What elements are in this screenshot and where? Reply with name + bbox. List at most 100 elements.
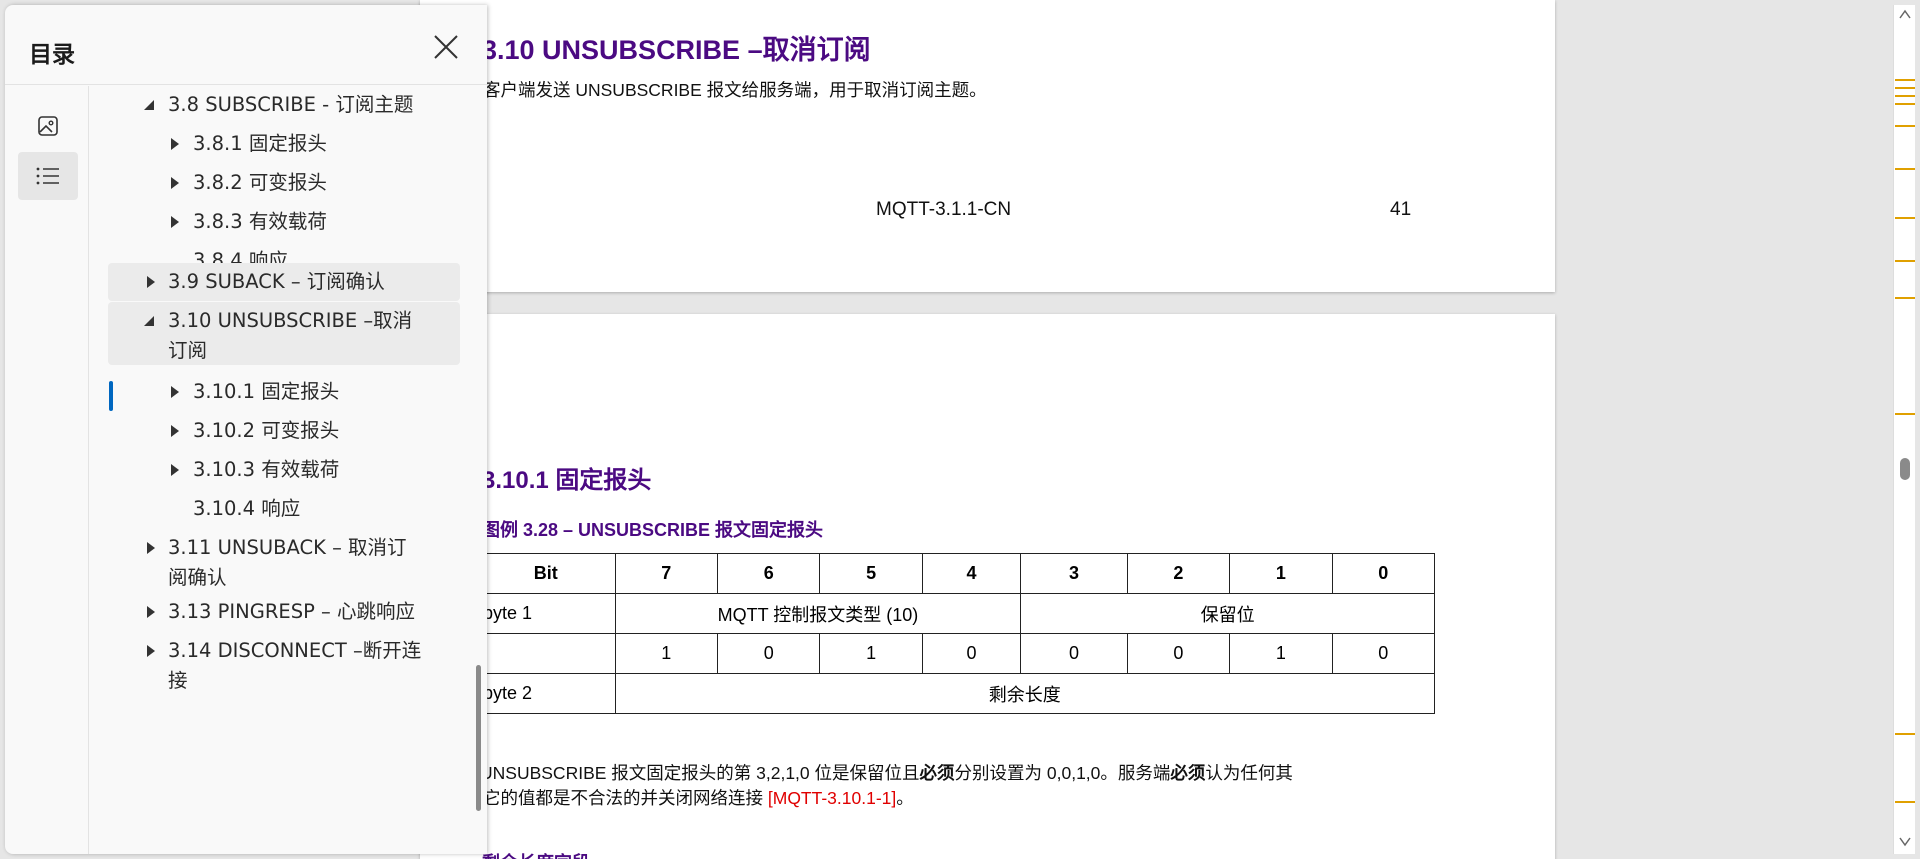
triangle-right-icon[interactable] [168, 207, 182, 237]
scroll-marker [1895, 95, 1915, 97]
toc-item-label: 3.8.2 可变报头 [193, 171, 327, 194]
panel-header: 目录 [5, 5, 487, 85]
pdf-page-42: 3.10.1 固定报头 图例 3.28 – UNSUBSCRIBE 报文固定报头… [420, 314, 1555, 859]
paragraph-line-1: UNSUBSCRIBE 报文固定报头的第 3,2,1,0 位是保留位且必须分别设… [480, 760, 1293, 785]
toc-item-3-8-3[interactable]: 3.8.3 有效载荷 [108, 207, 460, 245]
panel-title: 目录 [29, 42, 75, 68]
scroll-up-arrow-icon[interactable] [1899, 9, 1911, 19]
outline-button[interactable] [18, 152, 78, 200]
table-header-row: Bit 7 6 5 4 3 2 1 0 [476, 553, 1436, 594]
close-button[interactable] [430, 31, 462, 63]
toc-item-3-13[interactable]: 3.13 PINGRESP – 心跳响应 [108, 593, 460, 631]
scroll-marker [1895, 801, 1915, 803]
triangle-right-icon[interactable] [168, 129, 182, 159]
triangle-right-icon[interactable] [168, 168, 182, 198]
image-icon [38, 116, 58, 136]
toc-item-3-8-2[interactable]: 3.8.2 可变报头 [108, 168, 460, 206]
toc-item-3-11[interactable]: 3.11 UNSUBACK – 取消订阅确认 [108, 529, 460, 589]
thumbnails-button[interactable] [18, 102, 78, 150]
toc-item-3-8[interactable]: 3.8 SUBSCRIBE - 订阅主题 [108, 90, 460, 128]
table-cell: MQTT 控制报文类型 (10) [614, 593, 1022, 634]
section-intro: 客户端发送 UNSUBSCRIBE 报文给服务端，用于取消订阅主题。 [483, 80, 987, 100]
page-number: 41 [1390, 199, 1412, 220]
triangle-down-icon[interactable] [142, 306, 156, 336]
scroll-marker [1895, 413, 1915, 415]
toc-item-label: 3.10.3 有效载荷 [193, 458, 340, 481]
table-header-cell: Bit [476, 553, 616, 594]
scroll-down-arrow-icon[interactable] [1899, 837, 1911, 847]
scrollbar-thumb[interactable] [1900, 458, 1910, 480]
table-cell [476, 633, 616, 674]
triangle-right-icon[interactable] [144, 636, 158, 666]
table-header-cell: 0 [1331, 553, 1436, 594]
section-heading: 3.10 UNSUBSCRIBE –取消订阅 [482, 35, 871, 65]
scroll-marker [1895, 125, 1915, 127]
toc-item-3-10-4[interactable]: 3.10.4 响应 [108, 490, 460, 528]
document-scrollbar[interactable] [1893, 5, 1915, 854]
table-cell: 1 [614, 633, 719, 674]
toc-item-3-10-1[interactable]: 3.10.1 固定报头 [108, 373, 460, 411]
table-header-cell: 7 [614, 553, 719, 594]
toc-item-label: 3.10.4 响应 [193, 497, 301, 520]
triangle-right-icon[interactable] [168, 416, 182, 446]
scroll-marker [1895, 87, 1915, 89]
emphasis-text: 必须 [919, 763, 955, 783]
scroll-marker [1895, 103, 1915, 105]
toc-item-label: 3.11 UNSUBACK – 取消订阅确认 [168, 536, 407, 589]
table-row: 1 0 1 0 0 0 1 0 [476, 633, 1436, 674]
selection-indicator [109, 381, 113, 411]
page-footer-title: MQTT-3.1.1-CN [876, 199, 1012, 220]
toc-scrollbar-thumb[interactable] [476, 665, 481, 811]
table-header-cell: 1 [1229, 553, 1333, 594]
toc-item-label: 3.10 UNSUBSCRIBE –取消订阅 [168, 309, 413, 362]
table-cell: 剩余长度 [614, 673, 1436, 714]
table-cell: 1 [819, 633, 923, 674]
triangle-right-icon[interactable] [168, 377, 182, 407]
scroll-marker [1895, 297, 1915, 299]
scroll-marker [1895, 168, 1915, 170]
conformance-reference: [MQTT-3.10.1-1] [767, 788, 897, 808]
table-cell: 0 [921, 633, 1022, 674]
figure-caption: 图例 3.28 – UNSUBSCRIBE 报文固定报头 [482, 520, 824, 540]
triangle-down-icon[interactable] [142, 90, 156, 120]
toc-item-3-14[interactable]: 3.14 DISCONNECT –断开连接 [108, 632, 460, 692]
toc-list[interactable]: 3.8 SUBSCRIBE - 订阅主题 3.8.1 固定报头 3.8.2 可变… [90, 86, 487, 854]
next-heading-partial: 剩余长度字段 [482, 849, 590, 859]
toc-item-label: 3.13 PINGRESP – 心跳响应 [168, 600, 415, 623]
toc-item-3-8-1[interactable]: 3.8.1 固定报头 [108, 129, 460, 167]
toc-item-label: 3.10.2 可变报头 [193, 419, 340, 442]
panel-rail [5, 86, 89, 854]
table-cell: byte 2 [476, 673, 616, 714]
triangle-right-icon[interactable] [144, 597, 158, 627]
scroll-marker [1895, 260, 1915, 262]
triangle-right-icon[interactable] [168, 455, 182, 485]
toc-item-3-10[interactable]: 3.10 UNSUBSCRIBE –取消订阅 [108, 302, 460, 365]
table-row: byte 1 MQTT 控制报文类型 (10) 保留位 [476, 593, 1435, 634]
toc-item-3-9[interactable]: 3.9 SUBACK – 订阅确认 [108, 263, 460, 301]
scroll-marker [1895, 733, 1915, 735]
pdf-page-41: 3.10 UNSUBSCRIBE –取消订阅 客户端发送 UNSUBSCRIBE… [420, 0, 1555, 292]
table-cell: 0 [716, 633, 821, 674]
table-header-cell: 6 [716, 553, 821, 594]
list-icon [36, 167, 59, 185]
toc-item-label: 3.8 SUBSCRIBE - 订阅主题 [168, 93, 414, 116]
table-cell: 保留位 [1020, 593, 1435, 634]
table-header-cell: 2 [1126, 553, 1231, 594]
toc-item-3-10-2[interactable]: 3.10.2 可变报头 [108, 412, 460, 450]
scroll-marker [1895, 217, 1915, 219]
triangle-right-icon[interactable] [144, 267, 158, 297]
table-cell: 1 [1229, 633, 1333, 674]
paragraph-text: 它的值都是不合法的并关闭网络连接 [483, 788, 768, 808]
triangle-right-icon[interactable] [144, 533, 158, 563]
table-header-cell: 3 [1020, 553, 1128, 594]
fixed-header-table: Bit 7 6 5 4 3 2 1 0 byte 1 MQTT 控制报文类型 (… [476, 553, 1436, 714]
paragraph-line-2: 它的值都是不合法的并关闭网络连接 [MQTT-3.10.1-1]。 [483, 785, 914, 810]
toc-item-label: 3.8.3 有效载荷 [193, 210, 327, 233]
table-cell: 0 [1126, 633, 1231, 674]
emphasis-text: 必须 [1170, 763, 1206, 783]
table-header-cell: 5 [819, 553, 923, 594]
subsection-heading: 3.10.1 固定报头 [482, 467, 652, 494]
paragraph-text: 。 [896, 788, 914, 808]
toc-item-3-10-3[interactable]: 3.10.3 有效载荷 [108, 451, 460, 489]
toc-item-label: 3.10.1 固定报头 [193, 380, 340, 403]
